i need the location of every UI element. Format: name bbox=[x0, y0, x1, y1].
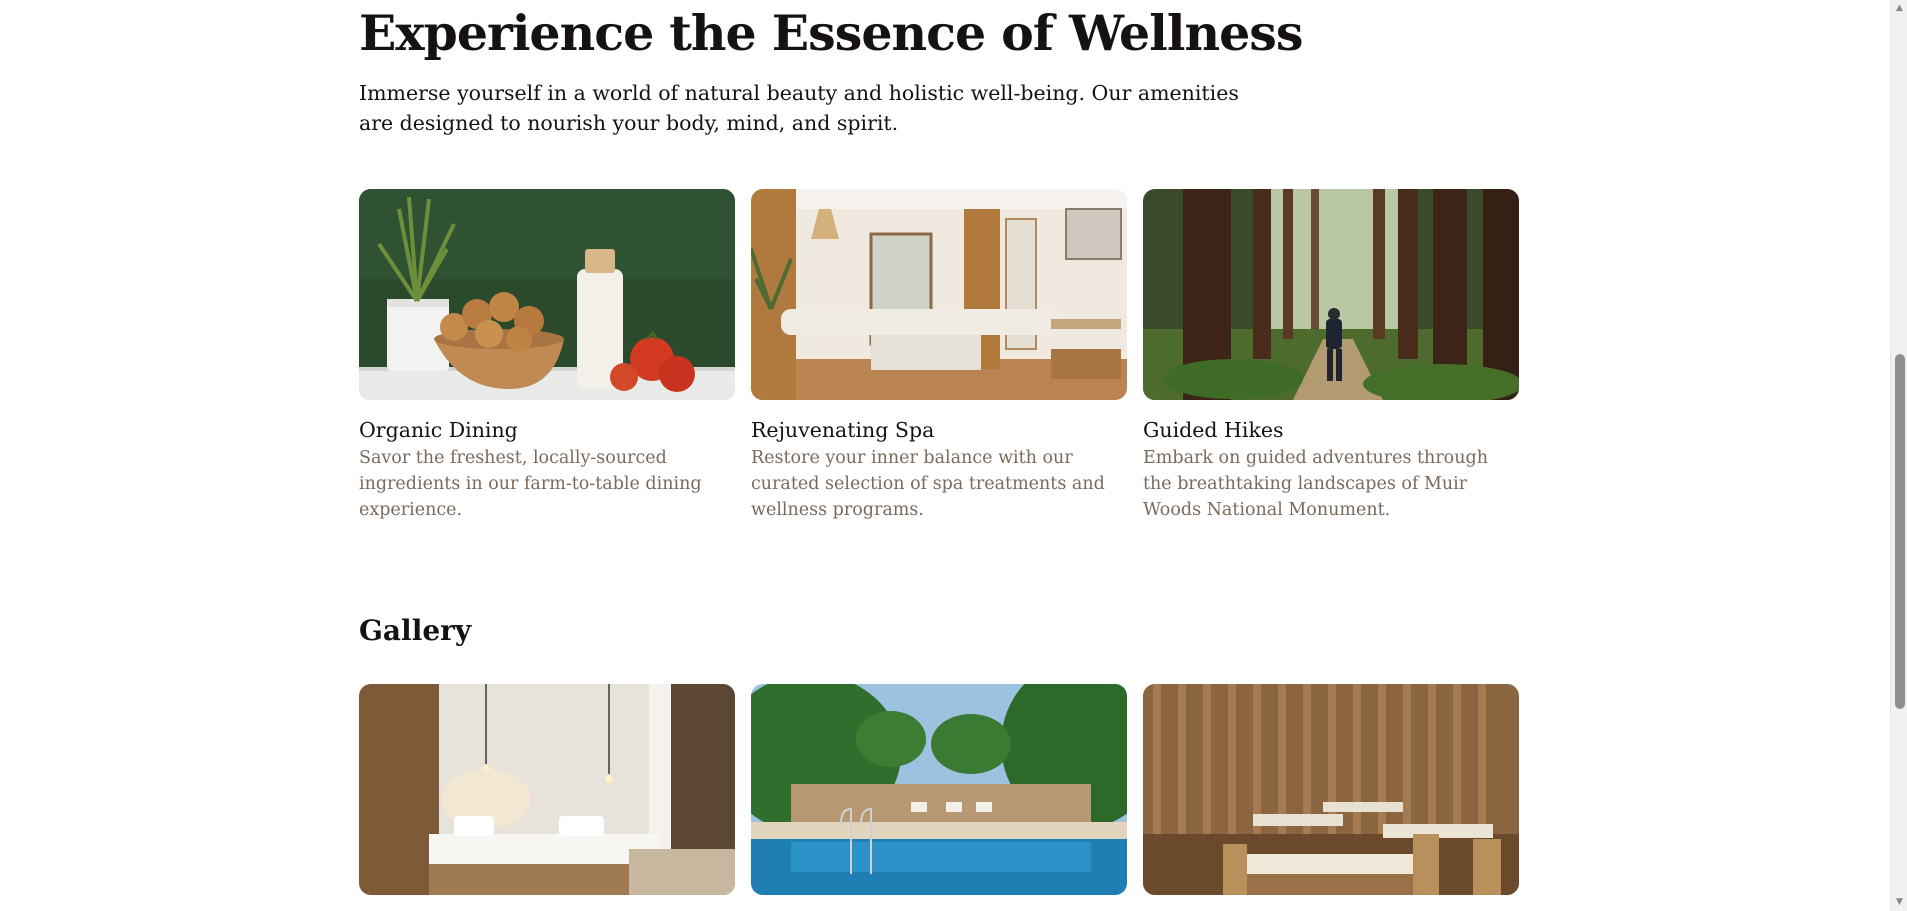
amenity-title: Rejuvenating Spa bbox=[751, 418, 935, 442]
amenity-description: Restore your inner balance with our cura… bbox=[751, 448, 1105, 520]
amenities-grid: Organic Dining Savor the freshest, local… bbox=[359, 189, 1519, 523]
rejuvenating-spa-image bbox=[751, 189, 1127, 400]
amenity-description: Embark on guided adventures through the … bbox=[1143, 448, 1488, 520]
guided-hikes-image bbox=[1143, 189, 1519, 400]
page-title: Experience the Essence of Wellness bbox=[359, 4, 1303, 62]
amenity-title: Guided Hikes bbox=[1143, 418, 1284, 442]
organic-dining-image bbox=[359, 189, 735, 400]
amenity-title: Organic Dining bbox=[359, 418, 518, 442]
amenity-card-organic-dining[interactable]: Organic Dining Savor the freshest, local… bbox=[359, 189, 735, 523]
amenity-card-guided-hikes[interactable]: Guided Hikes Embark on guided adventures… bbox=[1143, 189, 1519, 523]
scrollbar-thumb[interactable] bbox=[1895, 354, 1905, 709]
gallery-image-restaurant[interactable] bbox=[1143, 684, 1519, 895]
amenity-card-rejuvenating-spa[interactable]: Rejuvenating Spa Restore your inner bala… bbox=[751, 189, 1127, 523]
scroll-down-arrow-icon[interactable]: ▼ bbox=[1891, 894, 1907, 911]
gallery-image-pool[interactable] bbox=[751, 684, 1127, 895]
amenity-description: Savor the freshest, locally-sourced ingr… bbox=[359, 448, 702, 520]
scroll-up-arrow-icon[interactable]: ▲ bbox=[1891, 0, 1907, 17]
intro-text: Immerse yourself in a world of natural b… bbox=[359, 81, 1239, 135]
gallery-grid bbox=[359, 684, 1519, 895]
vertical-scrollbar[interactable]: ▲ ▼ bbox=[1890, 0, 1907, 911]
gallery-heading: Gallery bbox=[359, 614, 472, 647]
gallery-image-bedroom[interactable] bbox=[359, 684, 735, 895]
